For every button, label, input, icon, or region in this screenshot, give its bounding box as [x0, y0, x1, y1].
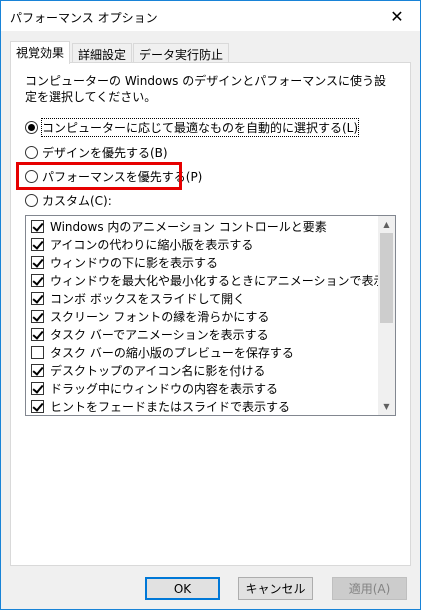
radio-custom[interactable]: カスタム(C):	[25, 191, 112, 209]
title-bar: パフォーマンス オプション ✕	[1, 1, 420, 31]
checkbox[interactable]	[31, 237, 44, 251]
list-item-label: ヒントをフェードまたはスライドで表示する	[50, 399, 291, 414]
radio-appearance[interactable]: デザインを優先する(B)	[25, 143, 168, 161]
list-item-label: スクリーン フォントの縁を滑らかにする	[50, 309, 270, 324]
close-icon[interactable]: ✕	[374, 1, 420, 31]
performance-options-window: パフォーマンス オプション ✕ 視覚効果 詳細設定 データ実行防止 コンピュータ…	[0, 0, 421, 610]
radio-button-auto[interactable]	[25, 120, 38, 134]
list-item[interactable]: スクリーン フォントの縁を滑らかにする	[31, 307, 269, 325]
checkbox[interactable]	[31, 327, 44, 341]
list-item-label: ドラッグ中にウィンドウの内容を表示する	[50, 381, 279, 396]
list-item[interactable]: タスク バーの縮小版のプレビューを保存する	[31, 343, 294, 361]
highlight-box	[16, 162, 182, 190]
list-item[interactable]: ドラッグ中にウィンドウの内容を表示する	[31, 379, 278, 397]
list-item[interactable]: ウィンドウを最大化や最小化するときにアニメーションで表示する	[31, 271, 396, 289]
checkbox[interactable]	[31, 219, 44, 233]
list-item-label: アイコンの代わりに縮小版を表示する	[50, 237, 254, 252]
scroll-up-icon[interactable]: ▲	[378, 216, 395, 233]
list-item[interactable]: Windows 内のアニメーション コントロールと要素	[31, 217, 327, 235]
list-item-label: デスクトップのアイコン名に影を付ける	[50, 363, 266, 378]
checkbox[interactable]	[31, 255, 44, 269]
list-item-label: Windows 内のアニメーション コントロールと要素	[50, 219, 327, 234]
list-item-label: タスク バーの縮小版のプレビューを保存する	[50, 345, 294, 360]
cancel-button[interactable]: キャンセル	[238, 577, 313, 600]
list-item-label: ウィンドウの下に影を表示する	[50, 255, 219, 270]
visual-effects-panel: コンピューターの Windows のデザインとパフォーマンスに使う設定を選択して…	[10, 62, 411, 566]
checkbox[interactable]	[31, 273, 44, 287]
checkbox[interactable]	[31, 399, 44, 413]
list-item[interactable]: ヒントをフェードまたはスライドで表示する	[31, 397, 290, 415]
list-item[interactable]: タスク バーでアニメーションを表示する	[31, 325, 269, 343]
list-item[interactable]: ウィンドウの下に影を表示する	[31, 253, 218, 271]
checkbox[interactable]	[31, 381, 44, 395]
vertical-scrollbar[interactable]: ▲ ▼	[378, 216, 395, 415]
list-item-label: タスク バーでアニメーションを表示する	[50, 327, 269, 342]
radio-auto-label: コンピューターに応じて最適なものを自動的に選択する(L)	[40, 117, 360, 137]
tab-dep[interactable]: データ実行防止	[133, 43, 230, 63]
tab-advanced[interactable]: 詳細設定	[72, 43, 133, 63]
list-item[interactable]: コンボ ボックスをスライドして開く	[31, 289, 245, 307]
checkbox[interactable]	[31, 363, 44, 377]
radio-button-appearance[interactable]	[25, 145, 38, 159]
tab-visual-effects[interactable]: 視覚効果	[10, 41, 71, 64]
ok-button[interactable]: OK	[145, 577, 220, 600]
scroll-thumb[interactable]	[380, 233, 393, 323]
list-item-label: ウィンドウを最大化や最小化するときにアニメーションで表示する	[50, 273, 396, 288]
checkbox[interactable]	[31, 309, 44, 323]
list-item-label: コンボ ボックスをスライドして開く	[50, 291, 246, 306]
radio-custom-label: カスタム(C):	[42, 193, 112, 208]
radio-auto[interactable]: コンピューターに応じて最適なものを自動的に選択する(L)	[25, 117, 360, 137]
window-title: パフォーマンス オプション	[10, 11, 158, 25]
effects-list[interactable]: Windows 内のアニメーション コントロールと要素 アイコンの代わりに縮小版…	[25, 215, 396, 416]
checkbox[interactable]	[31, 345, 44, 359]
list-item[interactable]: アイコンの代わりに縮小版を表示する	[31, 235, 253, 253]
radio-button-custom[interactable]	[25, 193, 38, 207]
description-text: コンピューターの Windows のデザインとパフォーマンスに使う設定を選択して…	[25, 74, 386, 104]
list-item[interactable]: デスクトップのアイコン名に影を付ける	[31, 361, 265, 379]
checkbox[interactable]	[31, 291, 44, 305]
scroll-down-icon[interactable]: ▼	[378, 398, 395, 415]
apply-button[interactable]: 適用(A)	[332, 577, 407, 600]
radio-appearance-label: デザインを優先する(B)	[42, 145, 168, 160]
